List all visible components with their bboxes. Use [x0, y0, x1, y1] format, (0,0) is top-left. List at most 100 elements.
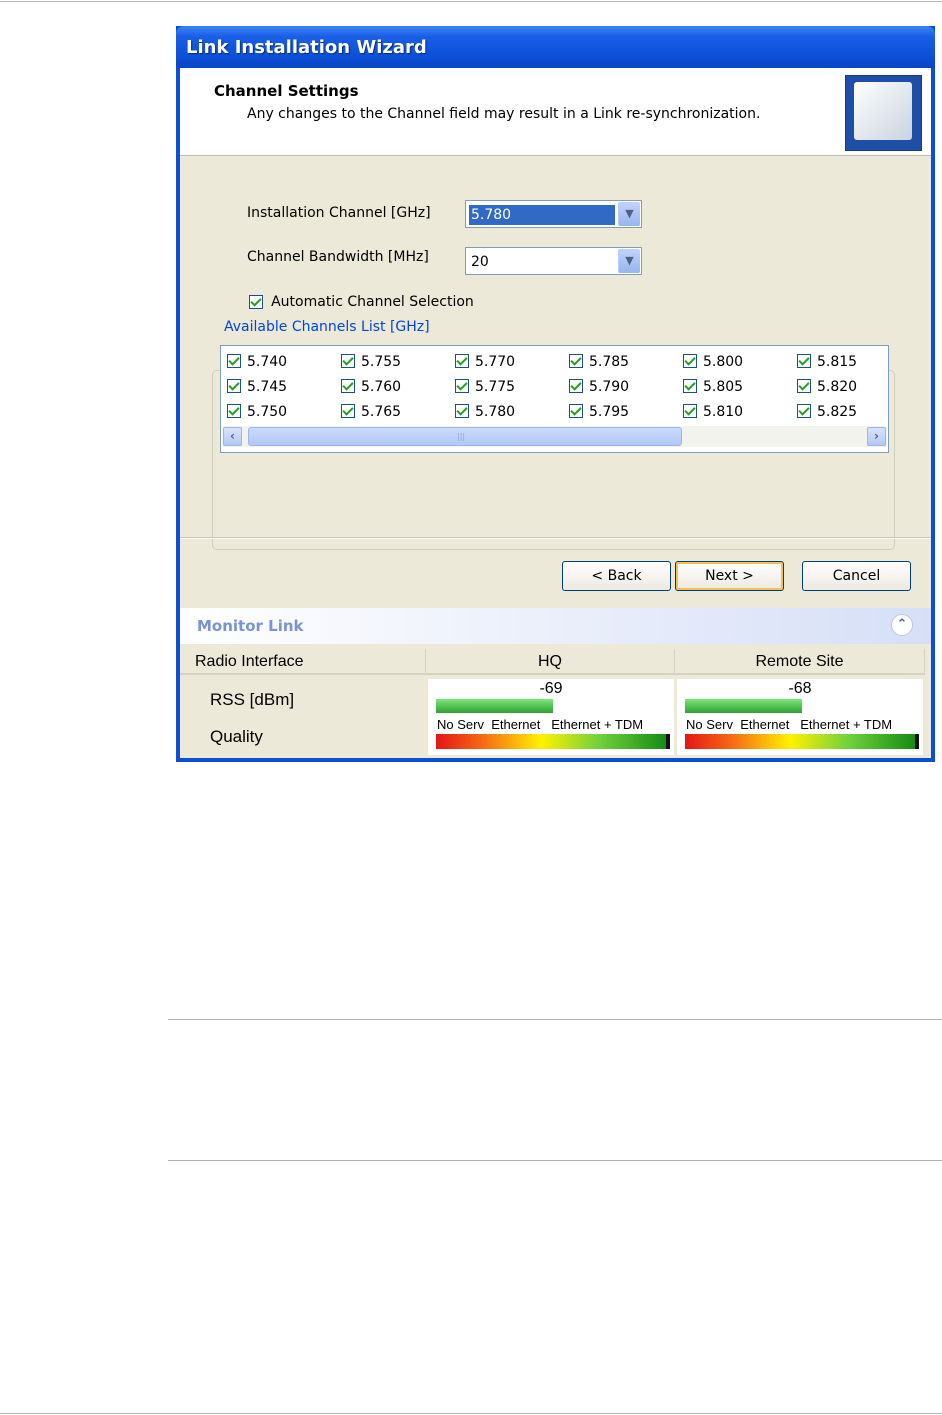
quality-label-ethernet: Ethernet — [491, 717, 541, 732]
channel-item[interactable]: 5.810 — [683, 403, 743, 421]
channel-item[interactable]: 5.755 — [341, 353, 401, 371]
scroll-right-icon[interactable]: › — [867, 427, 886, 446]
channel-value: 5.815 — [817, 354, 858, 370]
hq-rss-value: -69 — [539, 680, 563, 697]
top-rule — [0, 1, 942, 2]
channel-value: 5.740 — [247, 354, 288, 370]
cancel-button[interactable]: Cancel — [802, 561, 911, 591]
page-title: Channel Settings — [214, 82, 359, 100]
scrollbar-thumb[interactable]: ||| — [248, 427, 682, 446]
channel-value: 5.750 — [247, 404, 288, 420]
column-hq: HQ — [426, 649, 675, 675]
channel-value: 5.800 — [703, 354, 744, 370]
auto-channel-selection[interactable]: Automatic Channel Selection — [249, 291, 474, 310]
chevron-down-icon[interactable]: ▼ — [618, 249, 640, 273]
mid-rule-1 — [168, 1019, 942, 1020]
channel-checkbox[interactable] — [455, 354, 469, 368]
channel-checkbox[interactable] — [227, 354, 241, 368]
quality-label-no-serv: No Serv — [437, 717, 484, 732]
channel-checkbox[interactable] — [341, 354, 355, 368]
channel-checkbox[interactable] — [227, 404, 241, 418]
channel-checkbox[interactable] — [683, 404, 697, 418]
installation-channel-value: 5.780 — [469, 205, 615, 225]
rss-label: RSS [dBm] — [210, 690, 295, 709]
channel-checkbox[interactable] — [569, 379, 583, 393]
channel-bandwidth-select[interactable]: 20 ▼ — [465, 247, 642, 275]
column-radio-interface: Radio Interface — [180, 649, 426, 675]
channel-item[interactable]: 5.825 — [797, 403, 857, 421]
channel-item[interactable]: 5.750 — [227, 403, 287, 421]
channel-checkbox[interactable] — [569, 354, 583, 368]
remote-rss-value: -68 — [788, 680, 812, 697]
collapse-icon[interactable]: ⌃ — [891, 614, 913, 636]
quality-label-no-serv: No Serv — [686, 717, 733, 732]
channel-value: 5.825 — [817, 404, 858, 420]
channel-checkbox[interactable] — [227, 379, 241, 393]
hq-rss-bar — [436, 699, 553, 713]
quality-label-ethernet-tdm: Ethernet + TDM — [551, 717, 644, 732]
hq-quality-scale: No Serv Ethernet Ethernet + TDM — [437, 717, 643, 732]
next-button[interactable]: Next > — [675, 561, 784, 591]
channel-item[interactable]: 5.770 — [455, 353, 515, 371]
channel-value: 5.795 — [589, 404, 630, 420]
remote-quality-scale: No Serv Ethernet Ethernet + TDM — [686, 717, 892, 732]
scroll-left-icon[interactable]: ‹ — [223, 427, 242, 446]
channel-item[interactable]: 5.795 — [569, 403, 629, 421]
monitor-link-header: Monitor Link ⌃ — [180, 608, 931, 644]
horizontal-scrollbar[interactable]: ‹ ||| › — [222, 426, 887, 447]
remote-rss-bar — [685, 699, 802, 713]
antenna-panel-icon — [845, 75, 922, 151]
monitor-link-panel: Radio Interface HQ Remote Site RSS [dBm]… — [180, 645, 931, 758]
installation-channel-label: Installation Channel [GHz] — [247, 205, 431, 221]
channels-list: 5.740 5.745 5.750 5.755 5.760 5.765 5.770 5.775… — [220, 345, 889, 453]
channel-bandwidth-value: 20 — [471, 254, 489, 270]
monitor-link-title: Monitor Link — [197, 617, 304, 635]
installation-channel-select[interactable]: 5.780 ▼ — [465, 200, 642, 228]
back-button[interactable]: < Back — [562, 561, 671, 591]
button-separator — [180, 537, 931, 539]
channel-checkbox[interactable] — [797, 404, 811, 418]
channel-value: 5.770 — [475, 354, 516, 370]
channel-checkbox[interactable] — [341, 379, 355, 393]
wizard-window: Link Installation Wizard Channel Setting… — [176, 26, 935, 762]
remote-rss-cell: -68 — [677, 679, 923, 715]
channel-checkbox[interactable] — [341, 404, 355, 418]
auto-channel-label: Automatic Channel Selection — [271, 293, 474, 310]
remote-quality-bar — [685, 734, 919, 749]
quality-label-ethernet-tdm: Ethernet + TDM — [800, 717, 893, 732]
channel-item[interactable]: 5.765 — [341, 403, 401, 421]
channel-item[interactable]: 5.740 — [227, 353, 287, 371]
page-subtitle: Any changes to the Channel field may res… — [247, 106, 761, 122]
channel-item[interactable]: 5.760 — [341, 378, 401, 396]
hq-quality-bar — [436, 734, 670, 749]
quality-label: Quality — [210, 727, 263, 746]
channel-item[interactable]: 5.790 — [569, 378, 629, 396]
channel-item[interactable]: 5.815 — [797, 353, 857, 371]
auto-channel-checkbox[interactable] — [249, 294, 263, 309]
channel-checkbox[interactable] — [797, 354, 811, 368]
available-channels-legend: Available Channels List [GHz] — [222, 319, 432, 335]
quality-label-ethernet: Ethernet — [740, 717, 790, 732]
channel-checkbox[interactable] — [683, 379, 697, 393]
channel-checkbox[interactable] — [683, 354, 697, 368]
channel-bandwidth-label: Channel Bandwidth [MHz] — [247, 249, 429, 265]
channel-checkbox[interactable] — [797, 379, 811, 393]
channel-value: 5.810 — [703, 404, 744, 420]
channel-value: 5.775 — [475, 379, 516, 395]
channel-item[interactable]: 5.805 — [683, 378, 743, 396]
mid-rule-2 — [168, 1160, 942, 1161]
chevron-down-icon[interactable]: ▼ — [618, 202, 640, 226]
channel-checkbox[interactable] — [455, 404, 469, 418]
channel-item[interactable]: 5.820 — [797, 378, 857, 396]
title-bar[interactable]: Link Installation Wizard — [176, 26, 935, 68]
channel-checkbox[interactable] — [455, 379, 469, 393]
column-remote-site: Remote Site — [675, 649, 925, 675]
channel-item[interactable]: 5.775 — [455, 378, 515, 396]
channel-checkbox[interactable] — [569, 404, 583, 418]
channel-item[interactable]: 5.745 — [227, 378, 287, 396]
channel-item[interactable]: 5.780 — [455, 403, 515, 421]
hq-rss-cell: -69 — [428, 679, 674, 715]
channel-item[interactable]: 5.800 — [683, 353, 743, 371]
channel-item[interactable]: 5.785 — [569, 353, 629, 371]
channel-value: 5.765 — [361, 404, 402, 420]
